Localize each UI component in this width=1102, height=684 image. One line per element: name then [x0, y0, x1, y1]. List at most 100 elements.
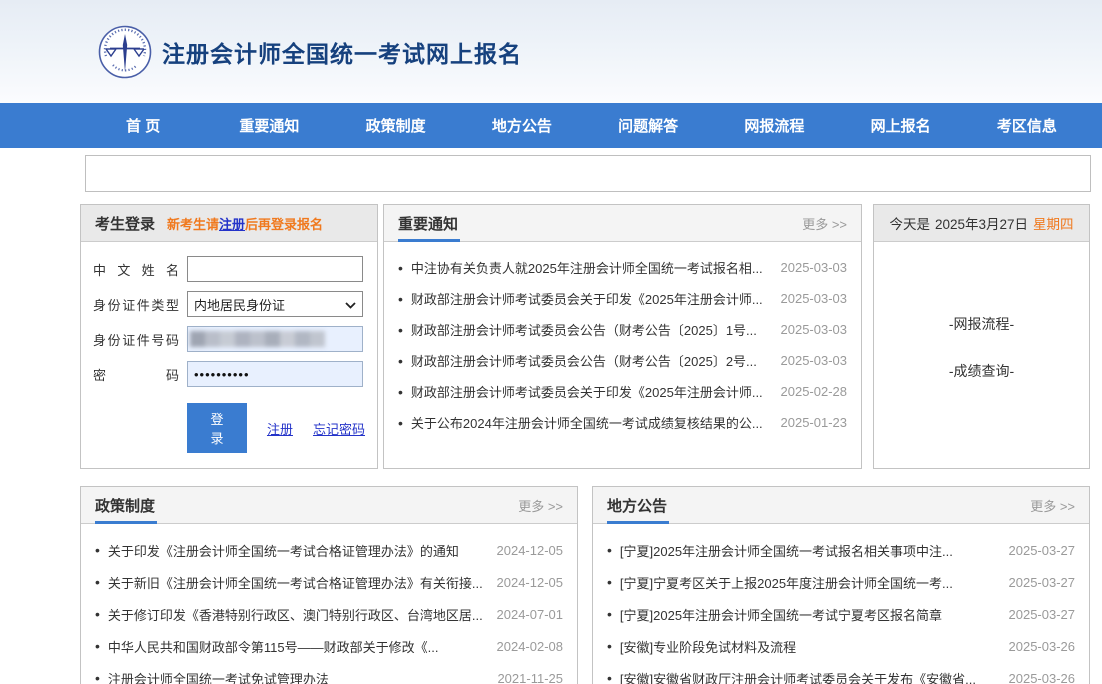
nav-item-online-registration[interactable]: 网上报名 — [838, 103, 964, 148]
nav-item-local-announcements[interactable]: 地方公告 — [459, 103, 585, 148]
bullet-icon: • — [607, 542, 612, 558]
local-date: 2025-03-26 — [1009, 671, 1076, 684]
login-button[interactable]: 登录 — [187, 403, 247, 453]
forgot-password-link[interactable]: 忘记密码 — [313, 419, 365, 438]
bullet-icon: • — [607, 670, 612, 684]
notice-link[interactable]: 关于公布2024年注册会计师全国统一考试成绩复核结果的公... — [411, 413, 771, 432]
local-link[interactable]: [安徽]安徽省财政厅注册会计师考试委员会关于发布《安徽省... — [620, 669, 999, 684]
notice-date: 2025-02-28 — [781, 384, 848, 399]
notices-more-link[interactable]: 更多 >> — [802, 214, 847, 233]
bullet-icon: • — [607, 638, 612, 654]
id-type-label: 身份证件类型 — [93, 295, 179, 314]
main-nav: 首 页 重要通知 政策制度 地方公告 问题解答 网报流程 网上报名 考区信息 — [0, 103, 1102, 148]
name-input[interactable] — [187, 256, 363, 282]
list-item: • [安徽]专业阶段免试材料及流程 2025-03-26 — [607, 630, 1075, 662]
nav-item-faq[interactable]: 问题解答 — [585, 103, 711, 148]
notice-link[interactable]: 财政部注册会计师考试委员会公告（财考公告〔2025〕1号... — [411, 320, 771, 339]
nav-item-registration-process[interactable]: 网报流程 — [711, 103, 837, 148]
cicpa-logo-icon — [98, 25, 152, 79]
score-inquiry-link[interactable]: -成绩查询- — [874, 361, 1089, 381]
chevron-down-icon — [345, 297, 356, 312]
list-item: •关于修订印发《香港特别行政区、澳门特别行政区、台湾地区居...2024-07-… — [95, 598, 563, 630]
id-number-field[interactable] — [187, 326, 363, 352]
policy-link[interactable]: 关于修订印发《香港特别行政区、澳门特别行政区、台湾地区居... — [108, 605, 487, 624]
today-panel-header: 今天是 2025年3月27日 星期四 — [874, 205, 1089, 242]
local-date: 2025-03-26 — [1009, 639, 1076, 654]
site-header: 注册会计师全国统一考试网上报名 — [0, 0, 1102, 103]
bullet-icon: • — [95, 670, 100, 684]
bullet-icon: • — [398, 260, 403, 276]
policy-list: • 关于印发《注册会计师全国统一考试合格证管理办法》的通知 2024-12-05 •… — [81, 524, 577, 684]
notice-date: 2025-01-23 — [781, 415, 848, 430]
password-field[interactable]: •••••••••• — [187, 361, 363, 387]
announcement-banner-box — [85, 155, 1091, 192]
nav-item-important-notices[interactable]: 重要通知 — [206, 103, 332, 148]
policy-date: 2024-07-01 — [497, 607, 564, 622]
id-type-selected-value: 内地居民身份证 — [194, 295, 285, 314]
bullet-icon: • — [398, 353, 403, 369]
site-title: 注册会计师全国统一考试网上报名 — [162, 35, 522, 69]
today-prefix: 今天是 — [889, 213, 930, 233]
today-weekday: 星期四 — [1033, 213, 1074, 233]
id-type-select[interactable]: 内地居民身份证 — [187, 291, 363, 317]
note-prefix: 新考生请 — [167, 217, 219, 232]
policy-link[interactable]: 注册会计师全国统一考试免试管理办法 — [108, 669, 488, 684]
registration-process-link[interactable]: -网报流程- — [874, 314, 1089, 334]
list-item: • 中华人民共和国财政部令第115号——财政部关于修改《... 2024-02-08 — [95, 630, 563, 662]
bullet-icon: • — [398, 291, 403, 307]
bullet-icon: • — [398, 415, 403, 431]
register-inline-link[interactable]: 注册 — [219, 217, 245, 232]
list-item: •财政部注册会计师考试委员会公告（财考公告〔2025〕1号...2025-03-… — [398, 314, 847, 345]
quick-links: -网报流程- -成绩查询- — [874, 242, 1089, 381]
login-title: 考生登录 — [95, 213, 155, 234]
list-item: • 财政部注册会计师考试委员会公告（财考公告〔2025〕2号... 2025-03-… — [398, 345, 847, 376]
local-link[interactable]: [宁夏]2025年注册会计师全国统一考试宁夏考区报名简章 — [620, 605, 999, 624]
local-date: 2025-03-27 — [1009, 543, 1076, 558]
note-suffix: 后再登录报名 — [245, 217, 323, 232]
list-item: • 关于印发《注册会计师全国统一考试合格证管理办法》的通知 2024-12-05 — [95, 534, 563, 566]
list-item: • [宁夏]2025年注册会计师全国统一考试报名相关事项中注... 2025-03-… — [607, 534, 1075, 566]
nav-item-exam-area-info[interactable]: 考区信息 — [964, 103, 1090, 148]
list-item: • 关于公布2024年注册会计师全国统一考试成绩复核结果的公... 2025-01-… — [398, 407, 847, 438]
notice-date: 2025-03-03 — [781, 353, 848, 368]
local-link[interactable]: [安徽]专业阶段免试材料及流程 — [620, 637, 999, 656]
bullet-icon: • — [607, 606, 612, 622]
policy-panel-header: 政策制度 更多 >> — [81, 487, 577, 524]
local-more-link[interactable]: 更多 >> — [1030, 496, 1075, 515]
today-date: 2025年3月27日 — [935, 213, 1028, 233]
nav-inner: 首 页 重要通知 政策制度 地方公告 问题解答 网报流程 网上报名 考区信息 — [80, 103, 1090, 148]
notices-list: • 中注协有关负责人就2025年注册会计师全国统一考试报名相... 2025-03-… — [384, 242, 861, 438]
notice-date: 2025-03-03 — [781, 291, 848, 306]
nav-item-policies[interactable]: 政策制度 — [333, 103, 459, 148]
policy-title: 政策制度 — [95, 495, 155, 516]
notice-link[interactable]: 中注协有关负责人就2025年注册会计师全国统一考试报名相... — [411, 258, 771, 277]
policy-date: 2024-12-05 — [497, 543, 564, 558]
register-link[interactable]: 注册 — [267, 419, 293, 438]
list-item: •注册会计师全国统一考试免试管理办法2021-11-25 — [95, 662, 563, 684]
bullet-icon: • — [398, 322, 403, 338]
id-number-label: 身份证件号码 — [93, 330, 179, 349]
policy-link[interactable]: 中华人民共和国财政部令第115号——财政部关于修改《... — [108, 637, 487, 656]
notice-link[interactable]: 财政部注册会计师考试委员会公告（财考公告〔2025〕2号... — [411, 351, 771, 370]
list-item: • 财政部注册会计师考试委员会关于印发《2025年注册会计师... 2025-03-… — [398, 283, 847, 314]
policy-date: 2024-02-08 — [497, 639, 564, 654]
policy-date: 2024-12-05 — [497, 575, 564, 590]
policy-link[interactable]: 关于印发《注册会计师全国统一考试合格证管理办法》的通知 — [108, 541, 487, 560]
redacted-id-number — [190, 331, 325, 347]
bullet-icon: • — [95, 542, 100, 558]
login-panel-header: 考生登录 新考生请注册后再登录报名 — [81, 205, 377, 242]
login-form: 中 文 姓 名 身份证件类型 内地居民身份证 身份证件号码 — [81, 242, 377, 453]
notices-panel-header: 重要通知 更多 >> — [384, 205, 861, 242]
important-notices-panel: 重要通知 更多 >> • 中注协有关负责人就2025年注册会计师全国统一考试报名相… — [383, 204, 862, 469]
policy-more-link[interactable]: 更多 >> — [518, 496, 563, 515]
local-link[interactable]: [宁夏]宁夏考区关于上报2025年度注册会计师全国统一考... — [620, 573, 999, 592]
policy-link[interactable]: 关于新旧《注册会计师全国统一考试合格证管理办法》有关衔接... — [108, 573, 487, 592]
bullet-icon: • — [95, 574, 100, 590]
notice-link[interactable]: 财政部注册会计师考试委员会关于印发《2025年注册会计师... — [411, 382, 771, 401]
bullet-icon: • — [95, 638, 100, 654]
local-title: 地方公告 — [607, 495, 667, 516]
local-link[interactable]: [宁夏]2025年注册会计师全国统一考试报名相关事项中注... — [620, 541, 999, 560]
nav-item-home[interactable]: 首 页 — [80, 103, 206, 148]
notice-link[interactable]: 财政部注册会计师考试委员会关于印发《2025年注册会计师... — [411, 289, 771, 308]
page: 注册会计师全国统一考试网上报名 首 页 重要通知 政策制度 地方公告 问题解答 … — [0, 0, 1102, 684]
